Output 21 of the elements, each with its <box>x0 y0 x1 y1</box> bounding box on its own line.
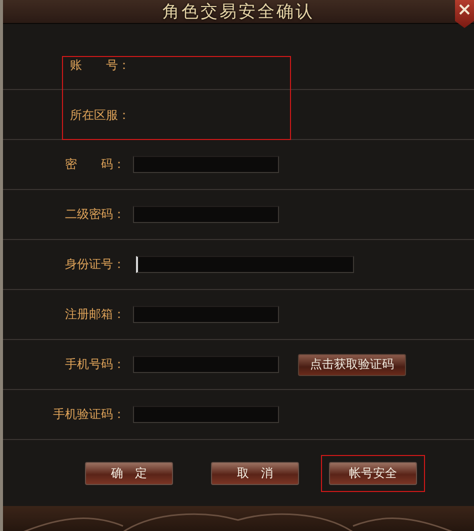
input-field[interactable] <box>133 206 279 223</box>
input-field[interactable] <box>133 356 279 373</box>
field-label: 所在区服： <box>70 107 130 124</box>
field-label: 注册邮箱： <box>65 306 125 323</box>
field-label: 身份证号： <box>65 256 125 273</box>
get-code-button[interactable]: 点击获取验证码 <box>298 354 406 376</box>
dialog-button[interactable]: 取 消 <box>211 462 299 484</box>
field-label: 二级密码： <box>65 206 125 223</box>
input-field[interactable] <box>133 306 279 323</box>
input-field[interactable] <box>136 256 354 273</box>
field-label: 密 码： <box>65 156 125 173</box>
dialog-button[interactable]: 帐号安全 <box>329 462 417 484</box>
field-label: 手机验证码： <box>53 406 125 423</box>
dialog-button[interactable]: 确 定 <box>85 462 173 484</box>
input-field[interactable] <box>133 156 279 173</box>
window-title: 角色交易安全确认 <box>162 1 314 23</box>
field-label: 账 号： <box>70 57 130 74</box>
field-label: 手机号码： <box>65 356 125 373</box>
close-icon <box>459 4 470 15</box>
input-field[interactable] <box>133 406 279 423</box>
close-button[interactable] <box>455 0 474 28</box>
